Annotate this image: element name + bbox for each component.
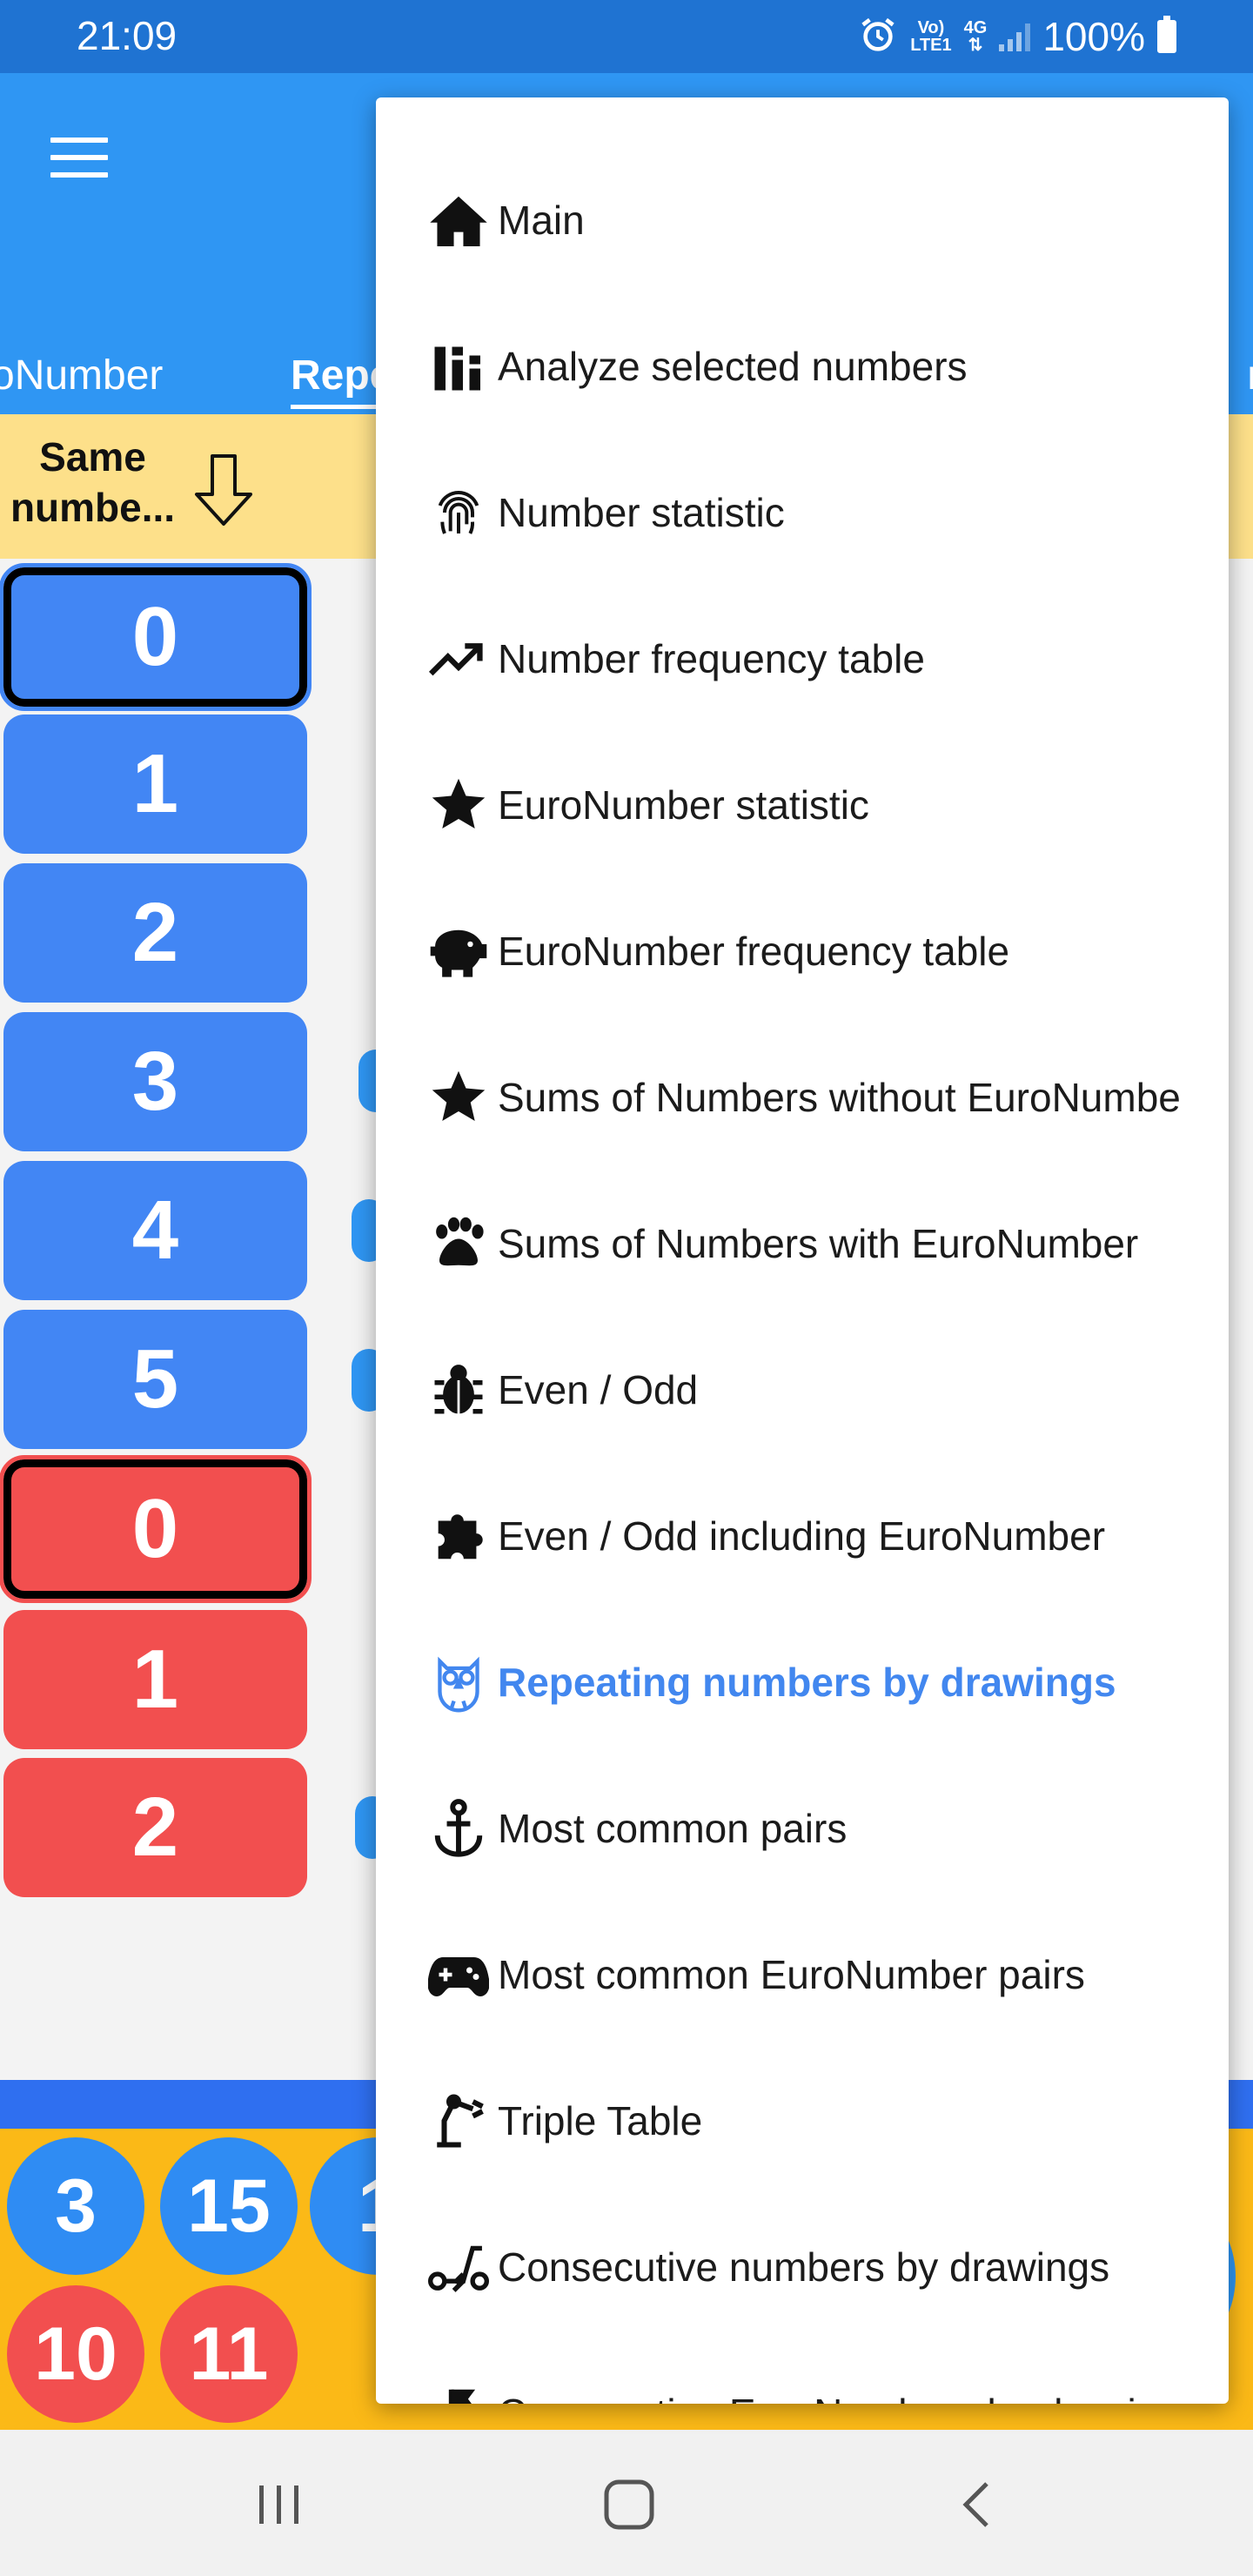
anchor-icon [428,1798,489,1859]
same-numbers-header[interactable]: Same numbe... [3,432,182,533]
battery-percent: 100% [1042,14,1145,59]
scooter-icon [428,2237,489,2298]
menu-item-analyze[interactable]: Analyze selected numbers [376,293,1229,439]
menu-item-number-statistic[interactable]: Number statistic [376,439,1229,586]
menu-label: Analyze selected numbers [498,344,968,389]
menu-label: Main [498,198,585,243]
home-icon[interactable] [599,2477,660,2532]
menu-item-main[interactable]: Main [376,147,1229,293]
number-button-blue-5[interactable]: 5 [3,1310,307,1449]
star-icon [428,1067,489,1128]
number-button-blue-1[interactable]: 1 [3,714,307,854]
status-time: 21:09 [77,13,178,58]
menu-item-consecutive[interactable]: Consecutive numbers by drawings [376,2194,1229,2340]
home-icon [428,190,489,251]
trending-up-icon [428,628,489,689]
number-button-blue-0[interactable]: 0 [0,563,312,711]
menu-label: Repeating numbers by drawings [498,1660,1116,1705]
menu-label: EuroNumber frequency table [498,929,1010,974]
menu-label: EuroNumber statistic [498,782,869,828]
menu-item-euro-pairs[interactable]: Most common EuroNumber pairs [376,1902,1229,2048]
menu-label: Most common pairs [498,1806,848,1851]
volte-bottom: LTE1 [910,36,952,55]
menu-item-number-frequency[interactable]: Number frequency table [376,586,1229,732]
menu-item-triple-table[interactable]: Triple Table [376,2048,1229,2194]
menu-item-sums-with[interactable]: Sums of Numbers with EuroNumber [376,1171,1229,1317]
signal-icon [999,22,1031,51]
menu-label: Even / Odd including EuroNumber [498,1513,1106,1559]
number-button-blue-4[interactable]: 4 [3,1161,307,1300]
volte-top: Vo) [917,18,945,37]
ball-blue[interactable]: 15 [160,2137,298,2275]
menu-item-common-pairs[interactable]: Most common pairs [376,1755,1229,1902]
menu-label: Triple Table [498,2098,703,2143]
status-icons: Vo) LTE1 4G ⇅ 100% [858,10,1176,63]
arrow-down-icon[interactable] [193,453,254,532]
ball-blue[interactable]: 3 [7,2137,144,2275]
number-button-red-1[interactable]: 1 [3,1610,307,1749]
network-type-label: 4G [963,18,988,37]
robot-arm-icon [428,2090,489,2151]
menu-item-consecutive-euro[interactable]: Consecutive EuroNumbers by drawings [376,2340,1229,2404]
status-bar: 21:09 Vo) LTE1 4G ⇅ 100% [0,0,1253,73]
number-button-blue-3[interactable]: 3 [3,1012,307,1151]
puzzle-icon [428,1506,489,1566]
menu-item-euronumber-frequency[interactable]: EuroNumber frequency table [376,878,1229,1024]
tab-euronumber[interactable]: oNumber [0,352,163,399]
number-button-red-2[interactable]: 2 [3,1758,307,1897]
menu-label: Sums of Numbers without EuroNumbe [498,1075,1181,1120]
volte-indicator: Vo) LTE1 [910,19,951,54]
gamepad-icon [428,1944,489,2005]
system-nav-bar [0,2430,1253,2576]
recent-apps-icon[interactable] [249,2477,310,2532]
back-icon[interactable] [948,2477,1009,2532]
menu-label: Even / Odd [498,1367,699,1412]
battery-icon [1157,16,1176,53]
menu-label: Consecutive numbers by drawings [498,2244,1110,2290]
bug-icon [428,1359,489,1420]
menu-label: Sums of Numbers with EuroNumber [498,1221,1139,1266]
menu-item-repeating[interactable]: Repeating numbers by drawings [376,1609,1229,1755]
star-icon [428,775,489,835]
navigation-menu: Main Analyze selected numbers Number sta… [376,97,1229,2404]
menu-label: Number statistic [498,490,785,535]
flag-icon [428,2383,489,2404]
menu-item-even-odd-euro[interactable]: Even / Odd including EuroNumber [376,1463,1229,1609]
data-arrows-icon: ⇅ [968,36,983,55]
tab-next[interactable]: n [1247,352,1253,399]
menu-item-sums-without[interactable]: Sums of Numbers without EuroNumbe [376,1024,1229,1171]
paw-icon [428,1213,489,1274]
alarm-icon [858,15,898,59]
ball-red[interactable]: 10 [7,2285,144,2423]
menu-label: Consecutive EuroNumbers by drawings [498,2390,1201,2404]
fingerprint-icon [428,482,489,543]
number-button-red-0[interactable]: 0 [0,1455,312,1603]
bar-chart-icon [428,336,489,397]
owl-icon [428,1652,489,1713]
menu-label: Number frequency table [498,636,925,681]
menu-item-even-odd[interactable]: Even / Odd [376,1317,1229,1463]
network-type: 4G ⇅ [964,19,988,54]
menu-icon[interactable] [50,138,120,190]
ball-red[interactable]: 11 [160,2285,298,2423]
piggy-bank-icon [428,921,489,982]
number-button-blue-2[interactable]: 2 [3,863,307,1003]
menu-item-euronumber-statistic[interactable]: EuroNumber statistic [376,732,1229,878]
menu-label: Most common EuroNumber pairs [498,1952,1085,1997]
